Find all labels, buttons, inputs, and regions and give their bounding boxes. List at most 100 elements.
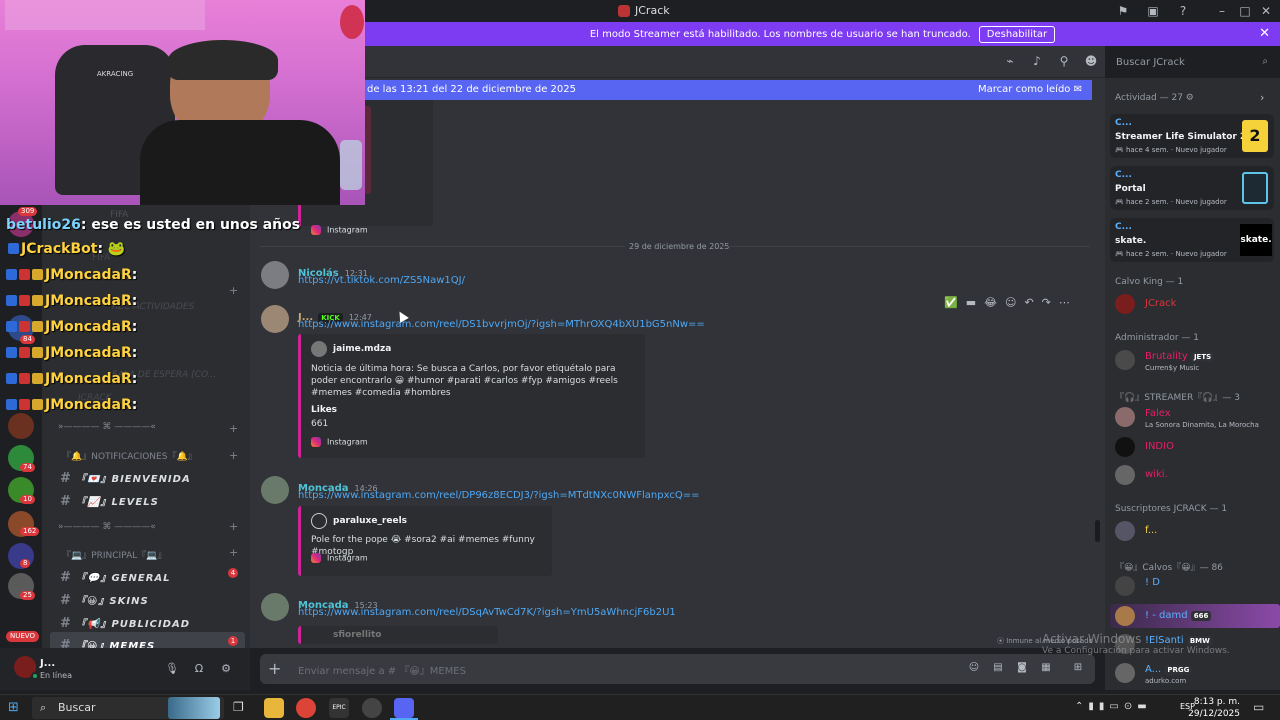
bell-icon[interactable]: ♪ — [1029, 54, 1045, 70]
sticker-icon[interactable]: ◙ — [1015, 662, 1029, 676]
member-name[interactable]: Falex — [1145, 408, 1171, 419]
message-link[interactable]: https://vt.tiktok.com/ZS5Naw1QJ/ — [298, 275, 465, 286]
member-list-icon[interactable]: ☻ — [1083, 54, 1099, 70]
avatar[interactable] — [1115, 576, 1135, 596]
app-icon[interactable]: ☺ — [967, 662, 981, 676]
new-messages-bar[interactable]: de las 13:21 del 22 de diciembre de 2025… — [365, 80, 1092, 100]
avatar[interactable] — [1115, 407, 1135, 427]
settings-gear-icon[interactable]: ⚙ — [1186, 93, 1194, 103]
chat-scrollbar[interactable] — [1095, 520, 1100, 542]
activate-windows-watermark: Activar Windows Ve a Configuración para … — [1042, 632, 1230, 656]
close-window-icon[interactable]: ✕ — [1258, 3, 1274, 19]
avatar[interactable] — [261, 593, 289, 621]
hash-icon: # — [60, 593, 71, 608]
member-list: Actividad — 27 ⚙ › C... Streamer Life Si… — [1105, 78, 1280, 690]
channel-item[interactable]: # 『📢』PUBLICIDAD — [60, 612, 190, 631]
add-channel-icon[interactable]: + — [229, 449, 238, 462]
category-principal[interactable]: 『💻』PRINCIPAL『💻』 — [62, 548, 166, 561]
badge-icon — [6, 373, 17, 384]
badge-icon — [6, 399, 17, 410]
epic-games-icon[interactable]: EPIC — [329, 698, 349, 718]
app-icon[interactable] — [362, 698, 382, 718]
reply-icon[interactable]: ↶ — [1024, 296, 1033, 316]
help-icon[interactable]: ? — [1175, 3, 1191, 19]
check-reaction-icon[interactable]: ✅ — [944, 296, 958, 316]
channel-item[interactable]: # 『📈』LEVELS — [60, 490, 159, 509]
activity-card[interactable]: C... skate. 🎮 hace 2 sem. · Nuevo jugado… — [1110, 218, 1274, 262]
activity-card[interactable]: C... Portal 🎮 hace 2 sem. · Nuevo jugado… — [1110, 166, 1274, 210]
channel-item[interactable]: # 『💌』BIENVENIDA — [60, 467, 191, 486]
taskbar-clock[interactable]: 8:13 p. m. 29/12/2025 — [1188, 696, 1240, 720]
add-reaction-icon[interactable]: ☺ — [1005, 296, 1016, 316]
server-badge: 74 — [20, 463, 35, 472]
minimize-icon[interactable]: – — [1214, 3, 1230, 19]
instagram-icon — [311, 225, 321, 235]
maximize-icon[interactable]: □ — [1237, 3, 1253, 19]
windows-start-icon[interactable]: ⊞ — [8, 700, 19, 715]
avatar[interactable] — [261, 476, 289, 504]
avatar[interactable] — [1115, 437, 1135, 457]
notification-icon[interactable]: ▭ — [1253, 700, 1264, 714]
gif-icon[interactable]: ▤ — [991, 662, 1005, 676]
laugh-reaction-icon[interactable]: 😂 — [984, 296, 997, 316]
channel-item[interactable]: # 『😀』SKINS — [60, 589, 149, 608]
add-channel-icon[interactable]: + — [229, 546, 238, 559]
flag-reaction-icon[interactable]: ▬ — [966, 296, 976, 316]
chevron-right-icon[interactable]: › — [1260, 91, 1264, 104]
message-link[interactable]: https://www.instagram.com/reel/DSqAvTwCd… — [298, 607, 676, 618]
member-name[interactable]: ! - damd 666 — [1145, 610, 1212, 621]
water-bottle — [340, 140, 362, 190]
badge-icon — [6, 321, 17, 332]
activity-card[interactable]: C... Streamer Life Simulator 2 🎮 hace 4 … — [1110, 114, 1274, 158]
member-name[interactable]: Brutality JETS — [1145, 351, 1215, 362]
avatar[interactable] — [1115, 663, 1135, 683]
member-name[interactable]: ! D — [1145, 577, 1160, 588]
avatar[interactable] — [1115, 294, 1135, 314]
member-name[interactable]: f... — [1145, 525, 1157, 536]
add-channel-icon[interactable]: + — [229, 520, 238, 533]
overlay-line: JMoncadaR: — [6, 394, 306, 420]
task-view-icon[interactable]: ❐ — [233, 700, 244, 714]
settings-gear-icon[interactable]: ⚙ — [219, 662, 233, 676]
avatar[interactable] — [1115, 606, 1135, 626]
member-name[interactable]: JCrack — [1145, 298, 1176, 309]
message-link[interactable]: https://www.instagram.com/reel/DP96z8ECD… — [298, 490, 699, 501]
more-icon[interactable]: ⋯ — [1059, 296, 1070, 316]
user-name[interactable]: J... — [40, 658, 55, 669]
chrome-icon[interactable] — [296, 698, 316, 718]
channel-item[interactable]: # 『💬』GENERAL — [60, 566, 171, 585]
headphones-icon[interactable]: Ω — [192, 662, 206, 676]
microphone-icon[interactable]: 🎙 — [165, 662, 179, 676]
divider-line — [260, 246, 625, 247]
embed-author[interactable]: jaime.mdza — [333, 344, 391, 354]
system-tray-icons[interactable]: ⌃▮▮▭⊙▬ — [1075, 701, 1152, 712]
close-banner-icon[interactable]: ✕ — [1259, 26, 1270, 41]
category-notificaciones[interactable]: 『🔔』NOTIFICACIONES『🔔』 — [62, 449, 197, 462]
hash-icon: # — [60, 494, 71, 509]
threads-icon[interactable]: ⌁ — [1002, 54, 1018, 70]
pin-icon[interactable]: ⚲ — [1056, 54, 1072, 70]
member-name[interactable]: wiki. — [1145, 469, 1168, 480]
avatar[interactable] — [1115, 465, 1135, 485]
avatar[interactable] — [1115, 350, 1135, 370]
image-icon[interactable]: ▦ — [1039, 662, 1053, 676]
add-attachment-icon[interactable]: + — [268, 659, 281, 678]
disable-streamer-button[interactable]: Deshabilitar — [978, 25, 1056, 43]
avatar[interactable] — [1115, 521, 1135, 541]
badge-icon — [8, 243, 19, 254]
embed-author[interactable]: sfiorellito — [333, 630, 382, 640]
search-input[interactable]: Buscar JCrack ⌕ — [1110, 52, 1274, 74]
message-composer[interactable]: + Enviar mensaje a # 『😀』MEMES ☺ ▤ ◙ ▦ ⊞ — [260, 654, 1095, 684]
message-link[interactable]: https://www.instagram.com/reel/DS1bvvrjm… — [298, 319, 705, 330]
member-name[interactable]: A... PRGG — [1145, 664, 1193, 675]
embed-author[interactable]: paraluxe_reels — [333, 516, 407, 526]
forward-icon[interactable]: ↷ — [1042, 296, 1051, 316]
inbox-flag-icon[interactable]: ⚑ — [1115, 3, 1131, 19]
gift-icon[interactable]: ⊞ — [1071, 662, 1085, 676]
add-channel-icon[interactable]: + — [229, 422, 238, 435]
discord-icon[interactable] — [394, 698, 414, 718]
screen-share-icon[interactable]: ▣ — [1145, 3, 1161, 19]
member-name[interactable]: INDIO — [1145, 441, 1174, 452]
file-explorer-icon[interactable] — [264, 698, 284, 718]
mark-read-button[interactable]: Marcar como leído ✉ — [978, 84, 1082, 95]
